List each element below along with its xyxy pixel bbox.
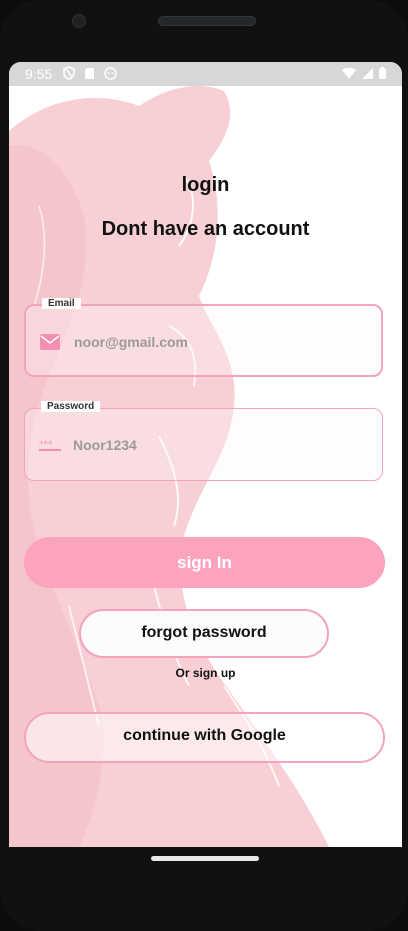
svg-text:***: ***: [39, 440, 53, 450]
email-input[interactable]: [72, 326, 366, 358]
email-label: Email: [42, 298, 81, 309]
device-frame: 9:55 login Dont have an account Email no…: [0, 0, 408, 931]
password-label: Password: [41, 401, 101, 412]
page-subtitle: Dont have an account: [101, 218, 310, 240]
login-form: login Dont have an account Email Passwor…: [9, 62, 402, 847]
earpiece-speaker: [158, 16, 256, 26]
email-field[interactable]: Email: [24, 298, 383, 377]
forgot-password-button[interactable]: forgot password: [79, 609, 329, 658]
or-sign-up-text: Or sign up: [175, 666, 236, 680]
sign-in-button[interactable]: sign In: [24, 537, 385, 588]
page-title: login: [181, 174, 230, 196]
home-gesture-bar[interactable]: [151, 856, 259, 861]
password-dots-icon: ***: [39, 440, 61, 451]
mail-icon: [40, 334, 60, 350]
front-camera: [72, 14, 86, 28]
password-field[interactable]: Password ***: [24, 401, 383, 481]
password-input[interactable]: [71, 429, 365, 461]
continue-with-google-button[interactable]: continue with Google: [24, 712, 385, 763]
app-screen: 9:55 login Dont have an account Email no…: [9, 62, 402, 847]
